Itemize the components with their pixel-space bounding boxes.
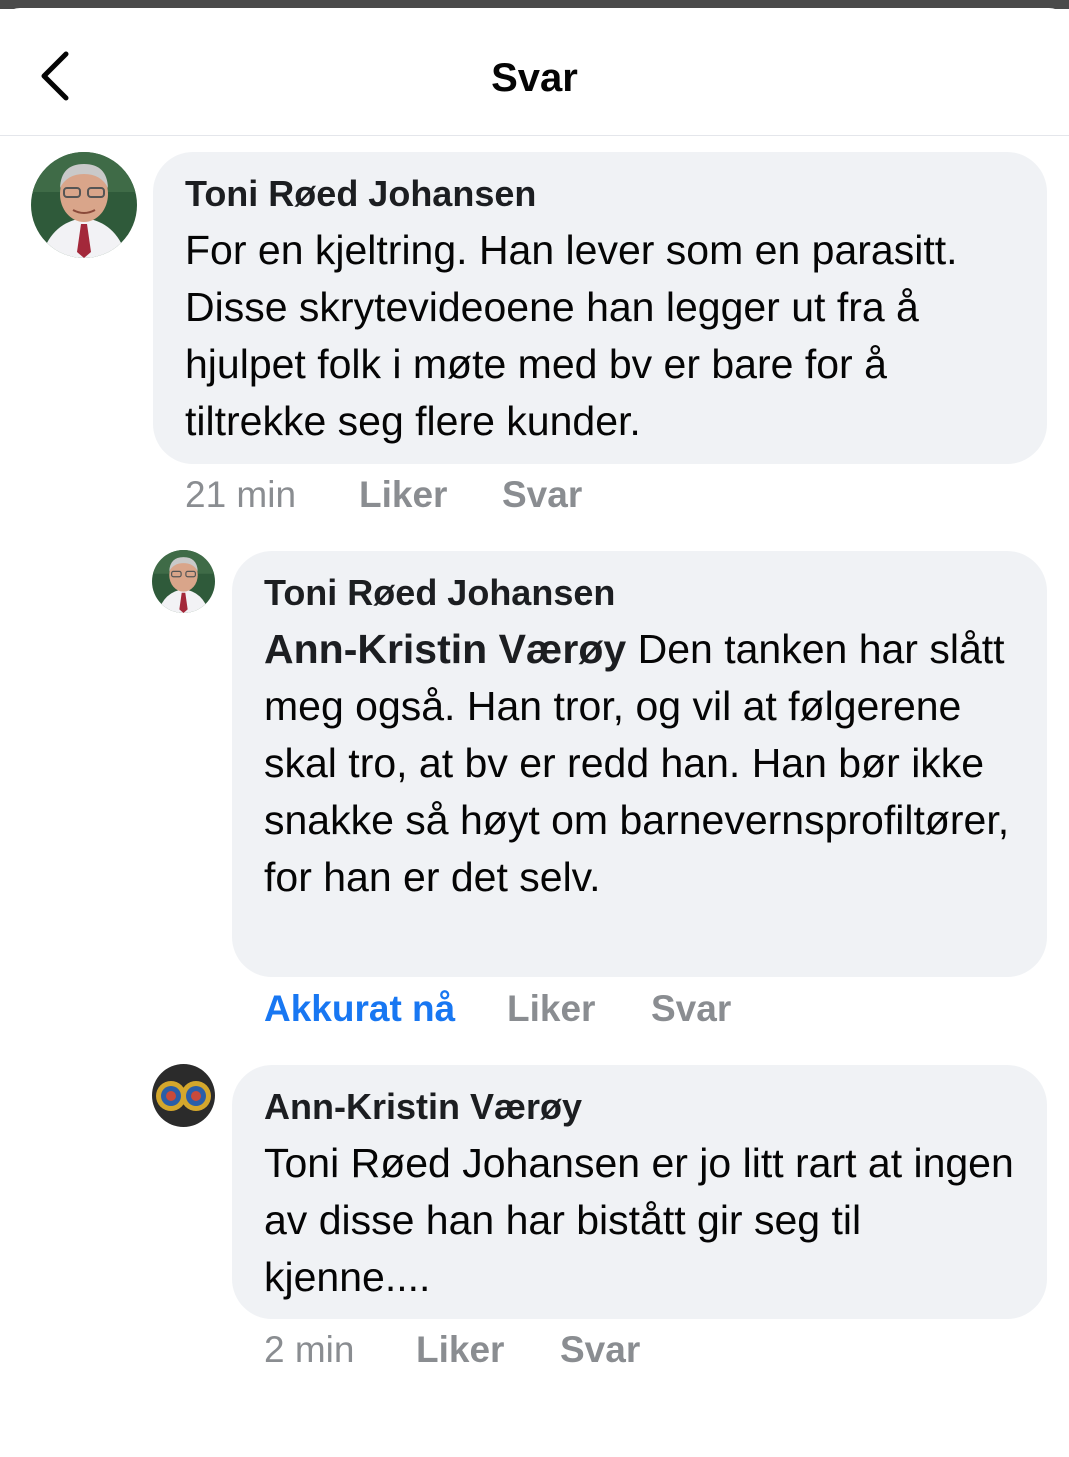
avatar-photo [152,550,215,613]
comment-timestamp[interactable]: 21 min [185,474,296,516]
comment-actions: 2 min Liker Svar [264,1329,764,1373]
like-button[interactable]: Liker [416,1329,504,1371]
reply-button[interactable]: Svar [560,1329,640,1371]
comment-timestamp[interactable]: Akkurat nå [264,988,455,1030]
mention-link[interactable]: Ann-Kristin Værøy [264,626,626,672]
comment-text: For en kjeltring. Han lever som en paras… [185,227,958,444]
comment-actions: 21 min Liker Svar [185,474,685,518]
reply-button[interactable]: Svar [502,474,582,516]
avatar-photo [31,152,137,258]
comment-actions: Akkurat nå Liker Svar [264,988,764,1032]
comment-text: Ann-Kristin Værøy Den tanken har slått m… [264,621,1023,906]
comment-author[interactable]: Toni Røed Johansen [264,571,1023,615]
avatar[interactable] [152,1064,215,1127]
avatar[interactable] [31,152,137,258]
avatar[interactable] [152,550,215,613]
comment-text: Toni Røed Johansen er jo litt rart at in… [264,1140,1014,1300]
like-button[interactable]: Liker [507,988,595,1030]
comment-timestamp[interactable]: 2 min [264,1329,354,1371]
like-button[interactable]: Liker [359,474,447,516]
comment-author[interactable]: Toni Røed Johansen [185,172,1019,216]
comment-bubble: Ann-Kristin Værøy Toni Røed Johansen er … [232,1065,1047,1319]
comment-bubble: Toni Røed Johansen Ann-Kristin Værøy Den… [232,551,1047,977]
reply-button[interactable]: Svar [651,988,731,1030]
comment-author[interactable]: Ann-Kristin Værøy [264,1085,1023,1129]
header: Svar [0,8,1069,136]
page-title: Svar [491,56,578,100]
avatar-photo [152,1064,215,1127]
comment-bubble: Toni Røed Johansen For en kjeltring. Han… [153,152,1047,464]
